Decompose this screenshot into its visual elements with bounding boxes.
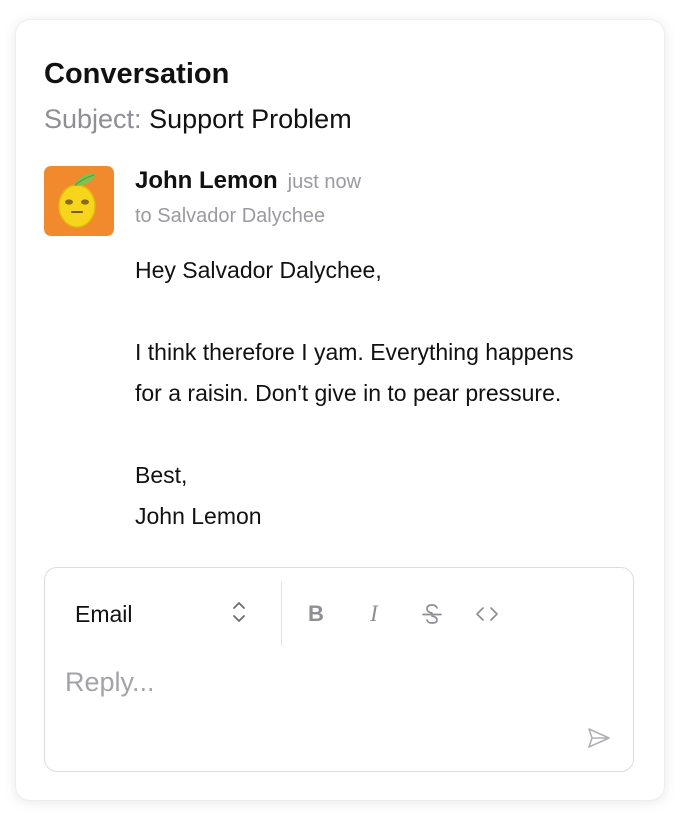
bold-icon[interactable]: B — [298, 596, 334, 632]
italic-icon[interactable]: I — [356, 596, 392, 632]
message-greeting: Hey Salvador Dalychee, — [135, 257, 382, 283]
timestamp: just now — [287, 171, 362, 193]
lemon-avatar-icon — [44, 166, 114, 236]
sender-row: John Lemon just now — [135, 166, 361, 199]
message-line: I think therefore I yam. Everything happ… — [135, 339, 574, 365]
strikethrough-icon[interactable] — [414, 596, 450, 632]
reply-composer: Email B I — [44, 567, 634, 772]
message-line: for a raisin. Don't give in to pear pres… — [135, 380, 562, 406]
message-signature: John Lemon — [135, 503, 262, 529]
message-body: Hey Salvador Dalychee, I think therefore… — [135, 250, 645, 537]
subject-line: Subject: Support Problem — [44, 103, 352, 135]
send-icon[interactable] — [583, 722, 615, 754]
code-icon[interactable] — [469, 596, 505, 632]
channel-label: Email — [75, 600, 133, 627]
chevron-up-down-icon — [231, 599, 247, 630]
channel-select[interactable]: Email — [75, 596, 247, 632]
page-title: Conversation — [44, 58, 230, 90]
reply-input[interactable] — [65, 662, 605, 702]
sender-name: John Lemon — [135, 167, 278, 194]
recipient-line: to Salvador Dalychee — [135, 205, 326, 227]
toolbar-divider — [281, 582, 282, 646]
message-signoff: Best, — [135, 462, 188, 488]
subject-label: Subject: — [44, 104, 142, 134]
subject-value: Support Problem — [149, 104, 352, 134]
conversation-card: Conversation Subject: Support Problem Jo… — [16, 20, 664, 800]
